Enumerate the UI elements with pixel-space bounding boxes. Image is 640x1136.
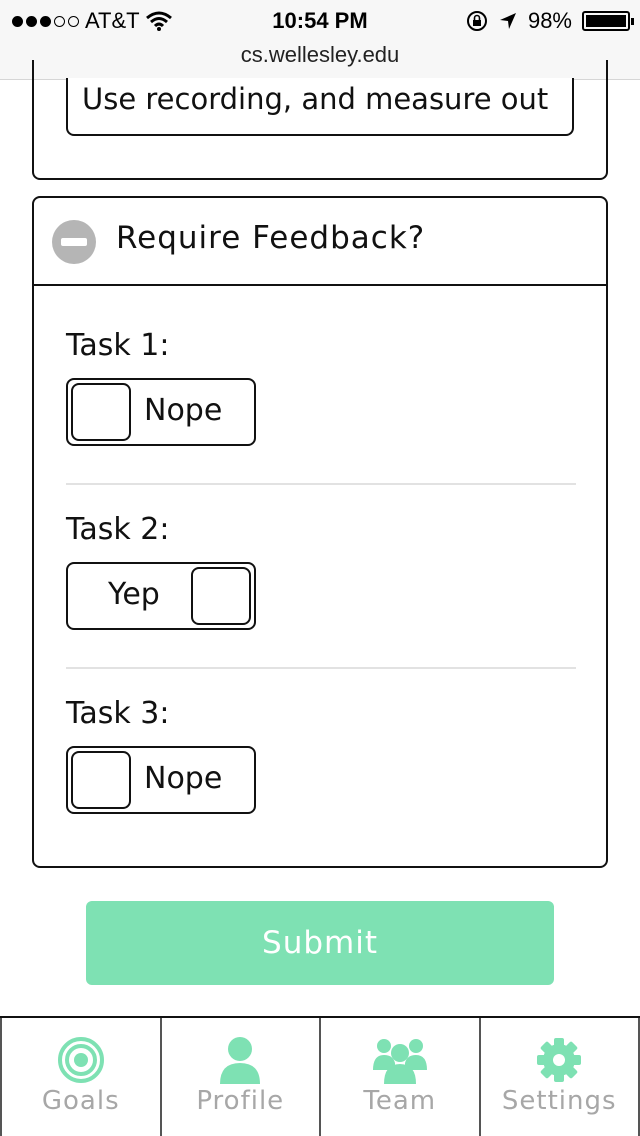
card-title: Require Feedback? [116, 220, 426, 256]
task-label: Task 3: [66, 696, 170, 731]
toggle-label: Nope [144, 393, 223, 428]
divider [66, 667, 576, 669]
toggle-knob[interactable] [191, 567, 251, 625]
tab-label: Goals [41, 1086, 120, 1116]
task-item: Task 1: Nope [66, 328, 576, 446]
rotation-lock-icon [466, 11, 487, 31]
battery-icon [582, 11, 634, 31]
battery-percent: 98% [527, 8, 572, 33]
task-label: Task 1: [66, 328, 170, 363]
tab-bar: Goals Profile Team Settings [0, 1016, 640, 1136]
require-feedback-card: Require Feedback? Task 1: Nope Task 2: Y… [32, 196, 608, 868]
toggle-label: Yep [108, 577, 160, 612]
divider [66, 483, 576, 485]
task-1-toggle[interactable]: Nope [66, 378, 256, 446]
goal-description-field[interactable]: Use recording, and measure out [66, 78, 574, 136]
toggle-label: Nope [144, 761, 223, 796]
tab-label: Team [363, 1086, 437, 1116]
task-3-toggle[interactable]: Nope [66, 746, 256, 814]
toggle-knob[interactable] [71, 751, 131, 809]
task-2-toggle[interactable]: Yep [66, 562, 256, 630]
tab-label: Settings [501, 1086, 617, 1116]
tab-team[interactable]: Team [321, 1018, 481, 1136]
tab-goals[interactable]: Goals [0, 1018, 162, 1136]
gear-icon [537, 1038, 582, 1082]
tab-settings[interactable]: Settings [480, 1018, 640, 1136]
card-header[interactable]: Require Feedback? [34, 198, 606, 286]
toggle-knob[interactable] [71, 383, 131, 441]
task-label: Task 2: [66, 512, 170, 547]
task-item: Task 3: Nope [66, 696, 576, 814]
task-item: Task 2: Yep [66, 512, 576, 630]
person-icon [220, 1037, 261, 1084]
goal-details-card: Use recording, and measure out [32, 60, 608, 180]
tab-profile[interactable]: Profile [161, 1018, 321, 1136]
collapse-minus-icon[interactable] [52, 220, 96, 264]
submit-button[interactable]: Submit [86, 901, 554, 985]
tab-label: Profile [196, 1086, 285, 1116]
location-arrow-icon [499, 13, 516, 29]
target-icon [57, 1037, 104, 1083]
group-icon [372, 1039, 427, 1084]
